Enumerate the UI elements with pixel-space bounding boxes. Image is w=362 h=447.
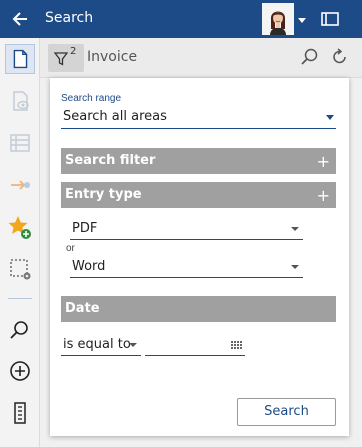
avatar[interactable] <box>262 3 294 35</box>
search-filter-section[interactable]: Search filter + <box>61 148 336 174</box>
add-favorite-icon[interactable] <box>5 212 35 242</box>
search-filter-panel: Search range Search all areas Search fil… <box>50 78 349 436</box>
document-info-icon[interactable] <box>5 398 35 428</box>
arrow-left-icon[interactable] <box>10 8 32 30</box>
list-view-icon[interactable] <box>5 128 35 158</box>
app-header: Search <box>0 0 362 38</box>
search-button[interactable]: Search <box>237 398 336 426</box>
expand-icon[interactable]: + <box>317 152 330 171</box>
filter-button[interactable]: 2 <box>48 44 84 72</box>
selection-settings-icon[interactable] <box>5 254 35 284</box>
chevron-down-icon <box>129 343 137 347</box>
search-range-value: Search all areas <box>63 109 167 124</box>
search-range-label: Search range <box>61 93 122 104</box>
sidebar <box>0 38 40 447</box>
search-range-select[interactable]: Search all areas <box>61 106 336 129</box>
date-input[interactable] <box>145 332 245 356</box>
entry-type-select-2[interactable]: Word <box>70 254 303 278</box>
or-label: or <box>66 243 75 254</box>
forward-icon[interactable] <box>5 170 35 200</box>
chevron-down-icon <box>291 227 299 231</box>
preview-icon[interactable] <box>5 86 35 116</box>
date-operator-select[interactable]: is equal to <box>61 332 141 356</box>
filter-icon <box>53 51 69 70</box>
account-menu-chevron-icon[interactable] <box>296 12 308 26</box>
entry-type-select-1[interactable]: PDF <box>70 216 303 240</box>
entry-type-value: Word <box>72 259 106 274</box>
date-section: Date <box>61 296 336 322</box>
search-filter-title: Search filter <box>65 153 156 168</box>
search-icon[interactable] <box>299 47 319 71</box>
calendar-icon[interactable] <box>231 338 243 357</box>
search-bar: 2 Invoice <box>40 38 362 78</box>
add-icon[interactable]: + <box>317 186 330 205</box>
reset-icon[interactable] <box>330 47 350 71</box>
date-title: Date <box>65 301 100 316</box>
entry-type-title: Entry type <box>65 187 142 202</box>
entry-type-value: PDF <box>72 221 98 236</box>
chevron-down-icon <box>291 265 299 269</box>
date-operator-value: is equal to <box>63 337 131 352</box>
entry-type-section[interactable]: Entry type + <box>61 182 336 208</box>
window-icon[interactable] <box>320 9 340 29</box>
chevron-down-icon <box>326 115 334 120</box>
search-icon[interactable] <box>5 315 35 345</box>
add-icon[interactable] <box>5 356 35 386</box>
sidebar-divider <box>8 298 32 299</box>
page-title: Search <box>45 10 94 26</box>
search-query[interactable]: Invoice <box>87 49 137 65</box>
document-icon[interactable] <box>5 44 35 74</box>
filter-count: 2 <box>70 46 77 57</box>
